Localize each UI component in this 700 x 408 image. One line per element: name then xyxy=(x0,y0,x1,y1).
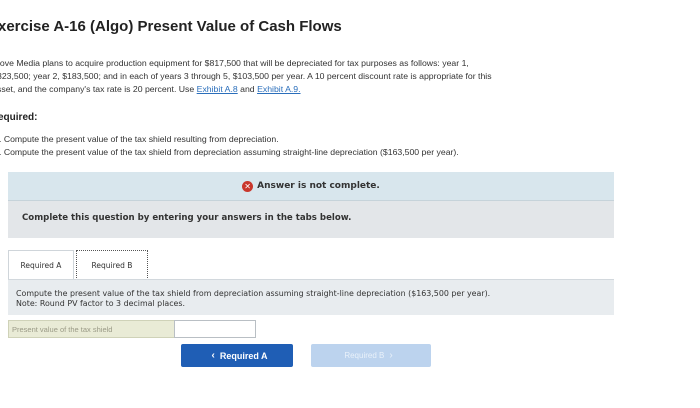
prev-button-label: Required A xyxy=(219,350,268,361)
tab-content-text: Compute the present value of the tax shi… xyxy=(16,289,490,309)
pv-tax-shield-label: Present value of the tax shield xyxy=(8,320,175,338)
prev-required-a-button[interactable]: ‹ Required A xyxy=(181,344,293,367)
exhibit-a9-link[interactable]: Exhibit A.9. xyxy=(257,84,300,94)
exhibit-a8-link[interactable]: Exhibit A.8 xyxy=(197,84,238,94)
required-item-a: . Compute the present value of the tax s… xyxy=(0,134,279,144)
problem-description: rove Media plans to acquire production e… xyxy=(0,57,697,97)
rounding-note: Note: Round PV factor to 3 decimal place… xyxy=(16,299,186,308)
next-button-label: Required B xyxy=(344,351,385,360)
tab-required-b-label: Required B xyxy=(91,260,133,270)
required-heading: equired: xyxy=(0,112,38,123)
tab-required-b[interactable]: Required B xyxy=(76,250,148,280)
next-required-b-button: Required B › xyxy=(311,344,431,367)
intro-line-3: sset, and the company's tax rate is 20 p… xyxy=(0,83,697,96)
and-text: and xyxy=(240,84,255,95)
intro-line-1: rove Media plans to acquire production e… xyxy=(0,58,469,68)
answer-status-text: Answer is not complete. xyxy=(257,181,380,191)
x-circle-icon: ✕ xyxy=(242,180,254,192)
required-list: . Compute the present value of the tax s… xyxy=(0,133,459,159)
page-title: xercise A-16 (Algo) Present Value of Cas… xyxy=(0,18,342,35)
chevron-left-icon: ‹ xyxy=(211,350,215,361)
answer-status-bar: ✕ Answer is not complete. xyxy=(8,172,614,201)
question-text: Compute the present value of the tax shi… xyxy=(16,289,491,298)
tab-required-a[interactable]: Required A xyxy=(8,250,74,280)
chevron-right-icon: › xyxy=(389,350,393,361)
tab-required-a-label: Required A xyxy=(20,261,62,270)
intro-line-3-text: sset, and the company's tax rate is 20 p… xyxy=(0,84,195,95)
required-item-b: . Compute the present value of the tax s… xyxy=(0,147,459,157)
intro-line-2: 323,500; year 2, $183,500; and in each o… xyxy=(0,71,492,82)
instruction-text: Complete this question by entering your … xyxy=(22,213,352,223)
pv-tax-shield-input[interactable] xyxy=(174,320,256,338)
